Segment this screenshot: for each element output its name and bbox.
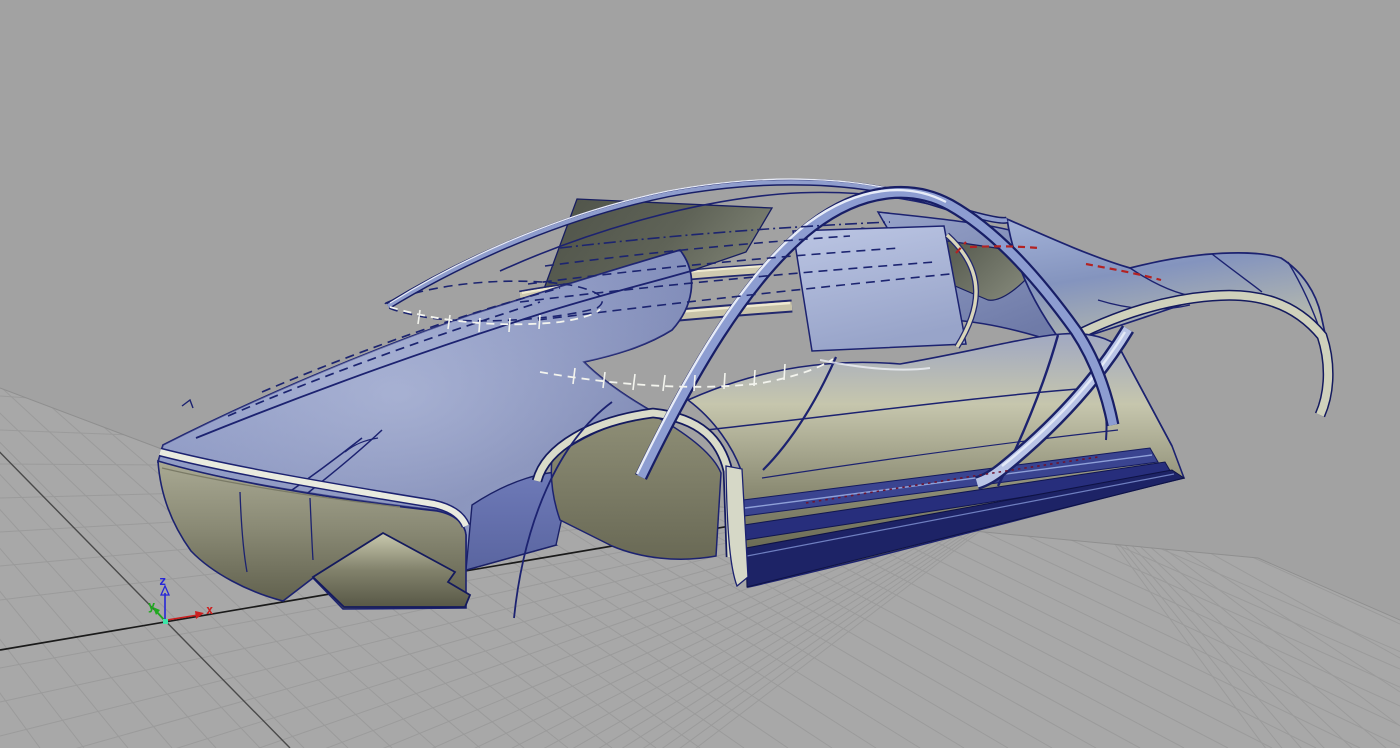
viewport-canvas[interactable]: z y x bbox=[0, 0, 1400, 748]
x-axis-label: x bbox=[206, 603, 213, 617]
cad-viewport[interactable]: z y x bbox=[0, 0, 1400, 748]
z-axis-label: z bbox=[159, 574, 166, 588]
y-axis-label: y bbox=[148, 599, 155, 613]
side-window[interactable] bbox=[793, 226, 966, 351]
origin-point bbox=[163, 619, 168, 624]
